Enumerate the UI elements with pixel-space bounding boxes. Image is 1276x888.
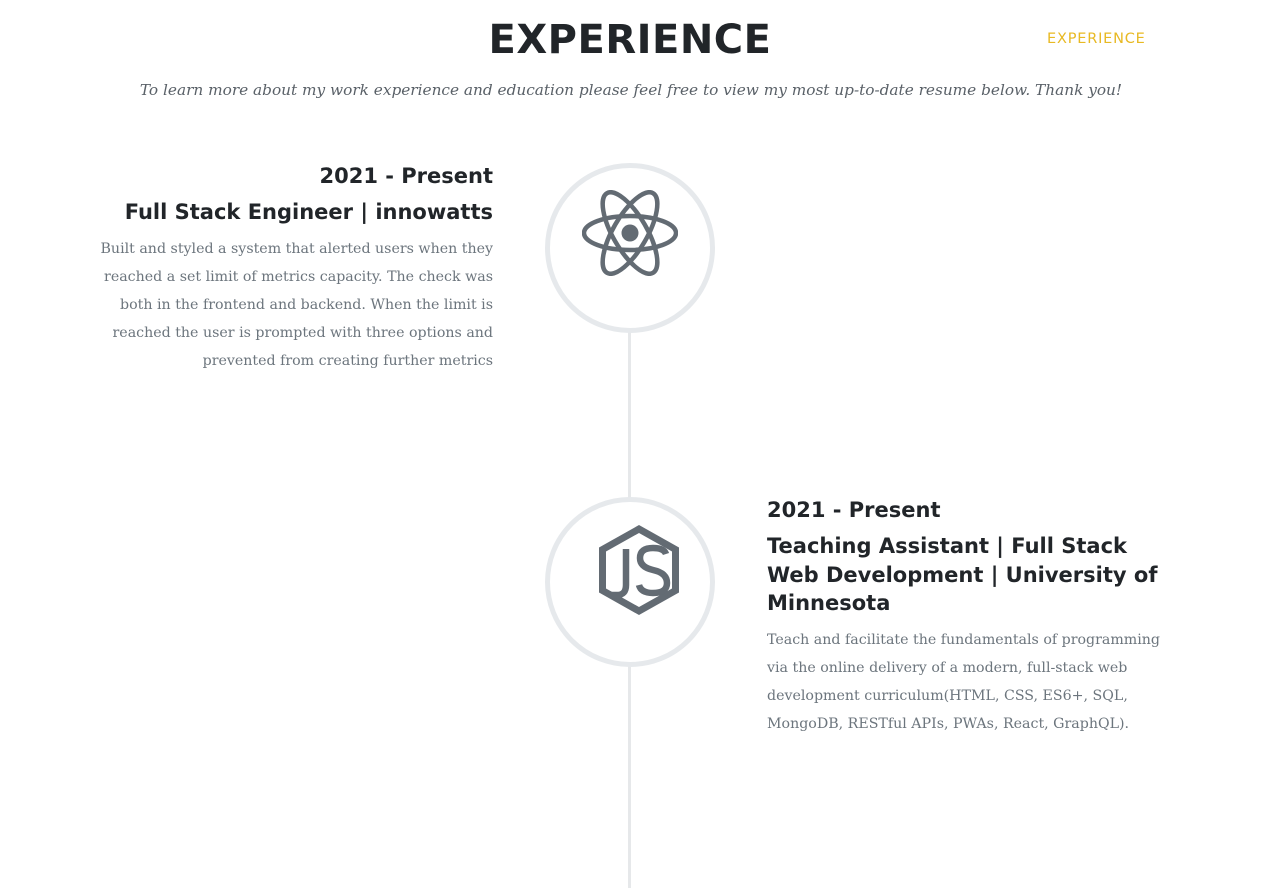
entry-role: Teaching Assistant | Full Stack Web Deve…: [767, 534, 1158, 615]
entry-date: 2021 - Present: [767, 498, 941, 522]
timeline-entry-1: 2021 - Present Full Stack Engineer | inn…: [70, 162, 494, 375]
nodejs-icon: [599, 525, 679, 615]
entry-description: Teach and facilitate the fundamentals of…: [767, 631, 1161, 732]
entry-date: 2021 - Present: [319, 164, 493, 188]
timeline-entry-2: 2021 - Present Teaching Assistant | Full…: [767, 496, 1167, 738]
timeline-marker-1: [545, 163, 715, 333]
entry-description: Built and styled a system that alerted u…: [100, 240, 494, 369]
section-subtitle: To learn more about my work experience a…: [139, 81, 1123, 99]
entry-role: Full Stack Engineer | innowatts: [124, 200, 493, 224]
react-icon: [582, 190, 678, 276]
nav-link-experience[interactable]: EXPERIENCE: [1047, 31, 1146, 47]
timeline-marker-2: [545, 497, 715, 667]
